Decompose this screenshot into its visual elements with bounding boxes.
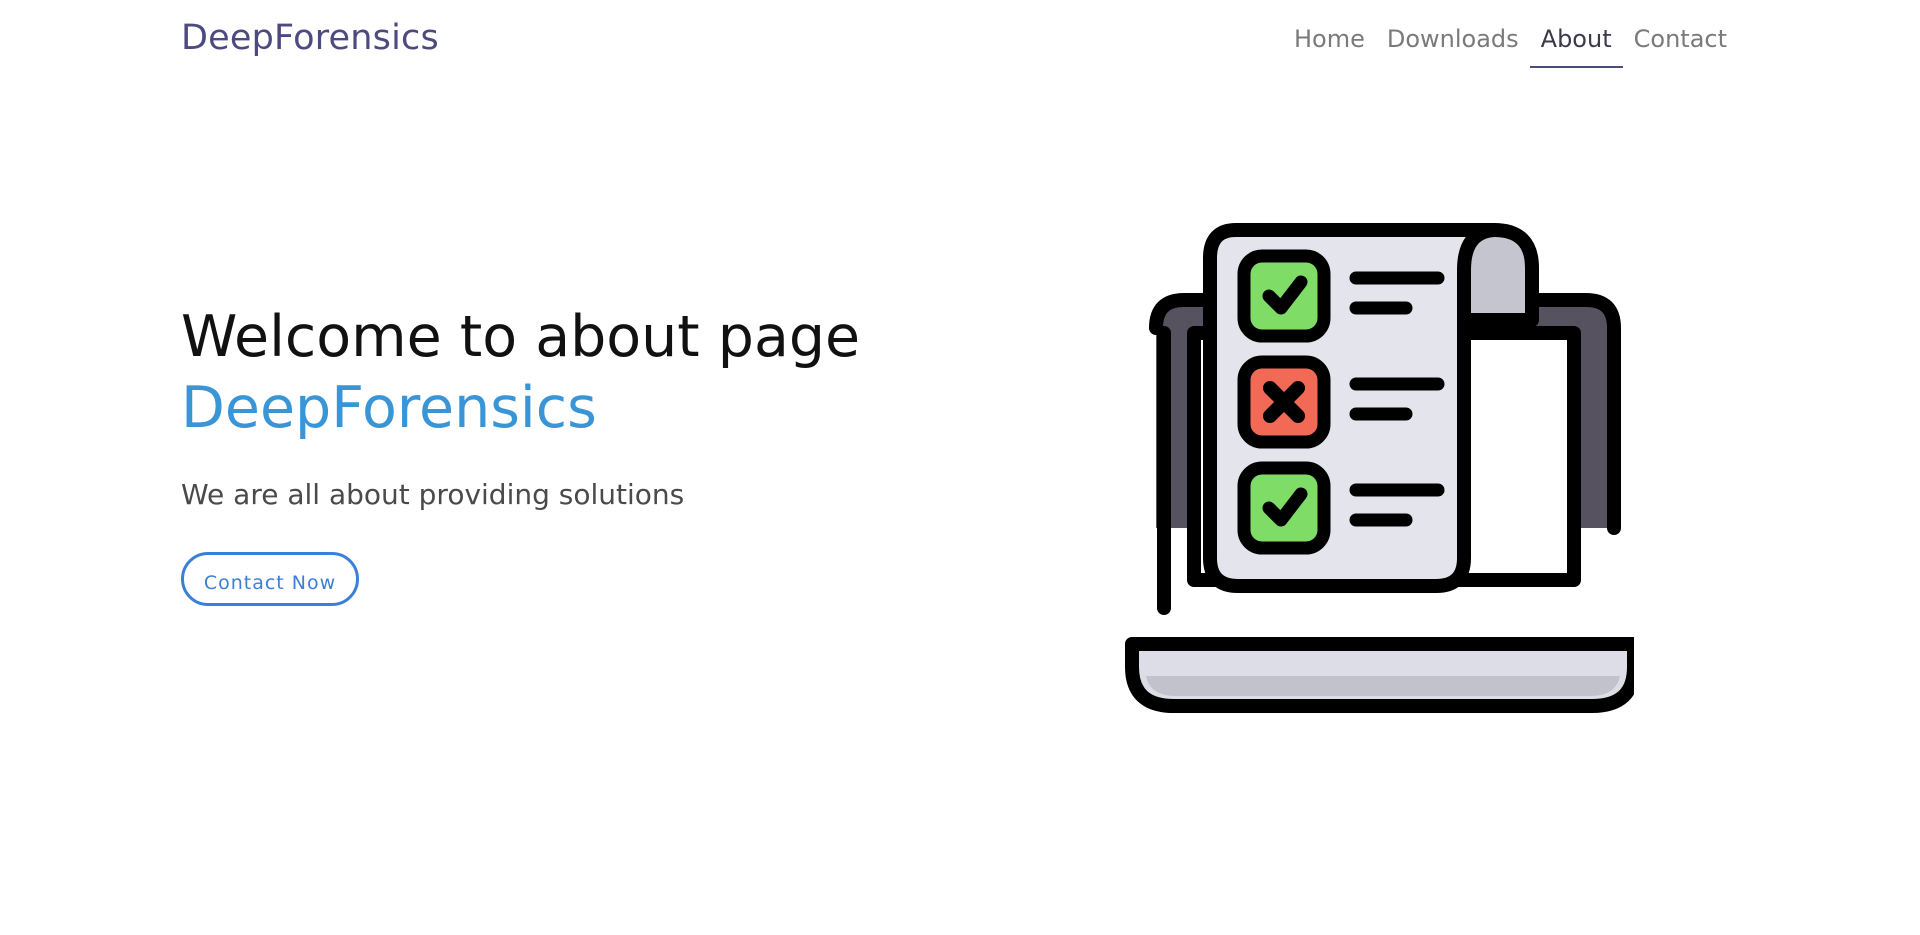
nav-downloads[interactable]: Downloads <box>1376 25 1530 68</box>
contact-now-button[interactable]: Contact Now <box>181 552 359 606</box>
hero-brand: DeepForensics <box>181 375 597 441</box>
nav-about[interactable]: About <box>1529 25 1623 68</box>
nav-links: Home Downloads About Contact <box>1283 25 1738 68</box>
navbar: DeepForensics Home Downloads About Conta… <box>0 0 1920 80</box>
hero-section: Welcome to about page DeepForensics We a… <box>181 300 860 606</box>
laptop-checklist-icon <box>1125 223 1634 713</box>
nav-contact[interactable]: Contact <box>1623 25 1738 68</box>
brand-logo-link[interactable]: DeepForensics <box>181 18 439 58</box>
laptop-base <box>1125 637 1634 713</box>
nav-home[interactable]: Home <box>1283 25 1376 68</box>
hero-subtitle: We are all about providing solutions <box>181 478 685 511</box>
hero-title: Welcome to about page <box>181 304 861 370</box>
